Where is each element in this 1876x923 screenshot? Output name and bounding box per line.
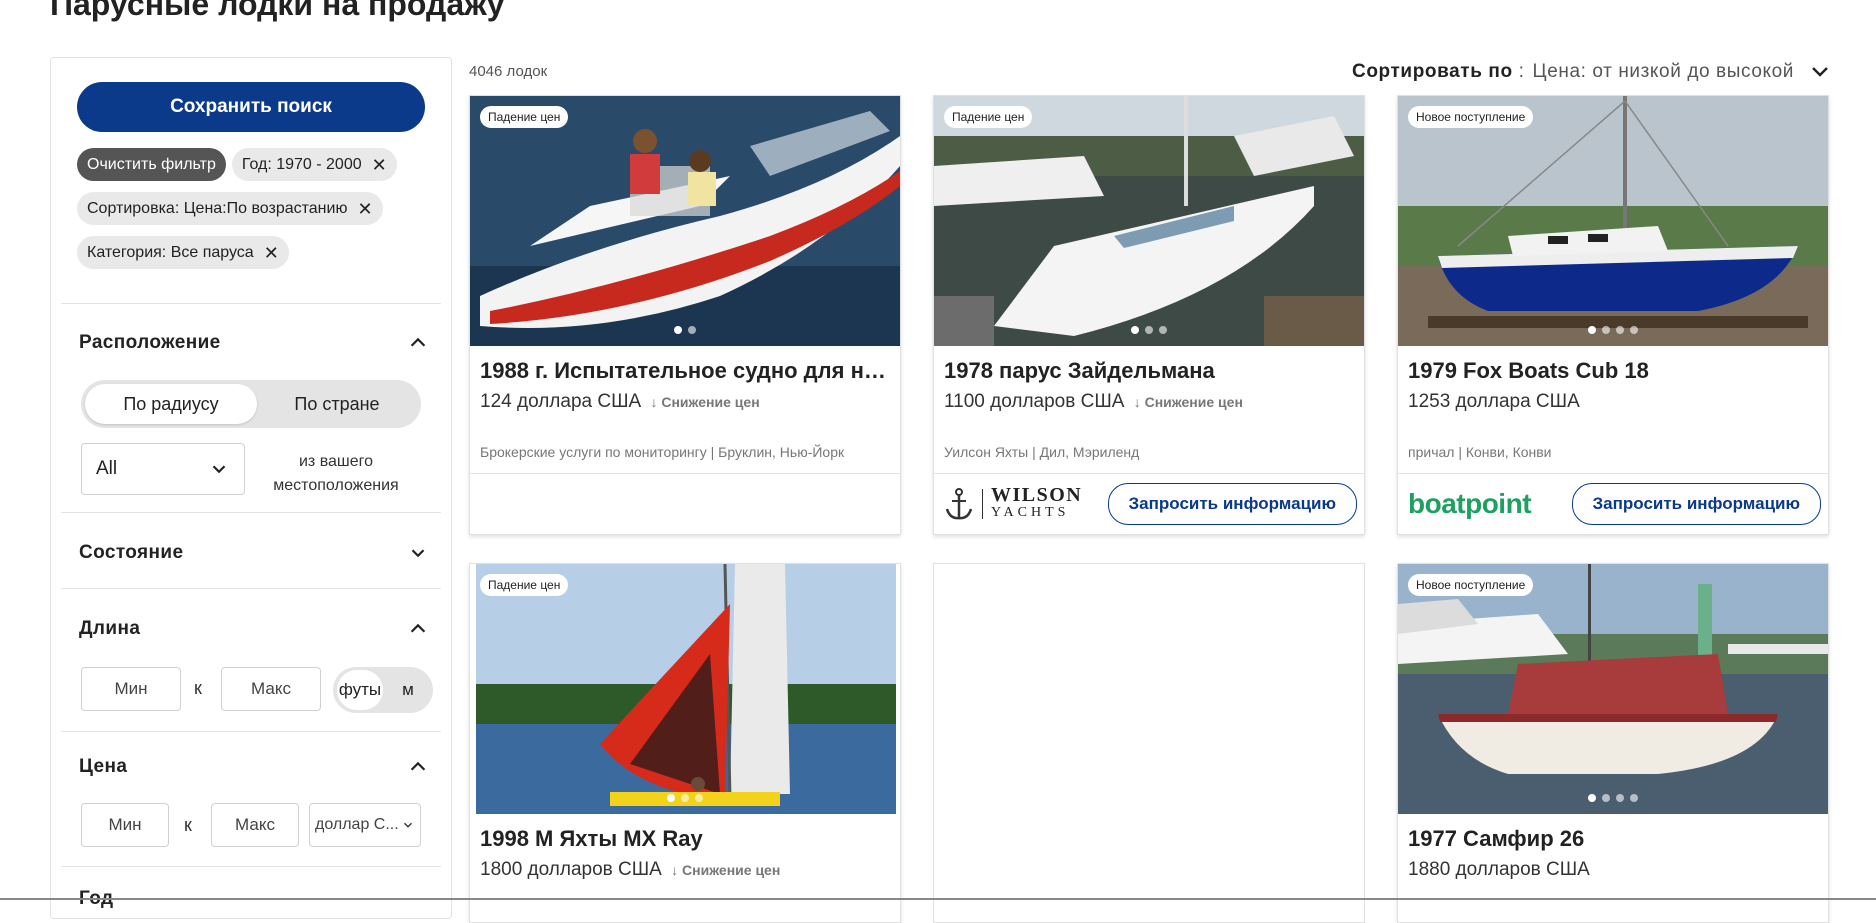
sort-dropdown[interactable]: Сортировать по : Цена: от низкой до высо…	[1352, 60, 1832, 84]
new-arrival-badge: Новое поступление	[1408, 106, 1534, 128]
close-icon[interactable]: ✕	[357, 200, 372, 218]
unit-feet-option[interactable]: футы	[337, 670, 383, 710]
active-filters: Очистить фильтр Год: 1970 - 2000 ✕ Сортиро…	[77, 148, 437, 280]
filter-chip-sort[interactable]: Сортировка: Цена:По возрастанию ✕	[77, 192, 383, 225]
sort-label: Сортировать по	[1352, 61, 1513, 82]
listing-card[interactable]: Падение цен 1988 г. Испытательное судно …	[469, 95, 901, 535]
location-mode-toggle: По радиусу По стране	[81, 380, 421, 428]
listing-card[interactable]: Падение цен 1998 M Яхты MX Ray 1800 долл…	[469, 563, 901, 923]
section-price-header[interactable]: Цена	[79, 756, 429, 778]
listing-photo[interactable]: Новое поступление	[1398, 96, 1828, 346]
results-count: 4046 лодок	[469, 63, 548, 80]
listing-price: 1800 долларов США ↓ Снижение цен	[480, 859, 781, 880]
boat-photo-marina	[1398, 564, 1828, 814]
section-location-header[interactable]: Расположение	[79, 332, 429, 354]
length-to-label: к	[194, 678, 202, 698]
listing-card[interactable]: Новое поступление 1979 Fox Boats Cub 18 …	[1397, 95, 1829, 535]
length-unit-toggle: футы м	[333, 667, 433, 713]
anchor-icon	[945, 488, 973, 520]
radius-select[interactable]: All	[81, 443, 245, 495]
listing-photo[interactable]: Падение цен	[934, 96, 1364, 346]
listing-card-placeholder	[933, 563, 1365, 923]
carousel-dots	[1398, 794, 1828, 802]
listing-seller: причал | Конви, Конви	[1408, 444, 1552, 460]
listing-seller: Брокерские услуги по мониторингу | Брукл…	[480, 444, 845, 460]
length-min-input[interactable]: Мин	[81, 667, 181, 711]
listing-card[interactable]: Падение цен 1978 парус Зайдельмана 1100 …	[933, 95, 1365, 535]
request-info-button[interactable]: Запросить информацию	[1107, 483, 1357, 525]
listing-photo[interactable]: Падение цен	[470, 96, 900, 346]
boat-photo-speedboat	[470, 96, 900, 346]
listing-price: 1100 долларов США ↓ Снижение цен	[944, 391, 1243, 412]
listing-title[interactable]: 1988 г. Испытательное судно для на...	[480, 358, 892, 384]
close-icon[interactable]: ✕	[264, 244, 279, 262]
carousel-dots	[470, 326, 900, 334]
chevron-up-icon	[410, 623, 426, 633]
carousel-dots	[934, 326, 1364, 334]
chevron-down-icon	[1812, 67, 1828, 77]
new-arrival-badge: Новое поступление	[1408, 574, 1534, 596]
filter-chip-year[interactable]: Год: 1970 - 2000 ✕	[231, 148, 397, 181]
divider	[61, 588, 441, 589]
divider	[470, 473, 900, 474]
divider	[61, 731, 441, 732]
divider	[61, 303, 441, 304]
price-to-label: к	[184, 815, 192, 835]
page-title: Парусные лодки на продажу	[50, 0, 505, 22]
boatpoint-wordmark: boatpoint	[1408, 488, 1532, 519]
price-drop-label: ↓ Снижение цен	[1133, 394, 1243, 410]
price-min-input[interactable]: Мин	[81, 803, 169, 847]
chevron-up-icon	[410, 761, 426, 771]
listing-title[interactable]: 1979 Fox Boats Cub 18	[1408, 358, 1820, 384]
option-country[interactable]: По стране	[257, 384, 417, 424]
divider	[61, 866, 441, 867]
save-search-button[interactable]: Сохранить поиск	[77, 82, 425, 132]
listing-photo[interactable]: Новое поступление	[1398, 564, 1828, 814]
listing-price: 1880 долларов США	[1408, 859, 1590, 880]
option-radius[interactable]: По радиусу	[85, 384, 257, 424]
dealer-logo[interactable]: WILSON YACHTS	[944, 484, 1082, 524]
filter-chip-category[interactable]: Категория: Все паруса ✕	[77, 236, 289, 269]
listing-price: 124 доллара США ↓ Снижение цен	[480, 391, 760, 412]
length-max-input[interactable]: Макс	[221, 667, 321, 711]
listing-seller: Уилсон Яхты | Дил, Мэриленд	[944, 444, 1140, 460]
boat-photo-windsurf	[470, 564, 900, 814]
chevron-down-icon	[411, 549, 425, 558]
divider	[61, 512, 441, 513]
currency-select[interactable]: доллар С...	[309, 803, 421, 847]
listing-title[interactable]: 1998 M Яхты MX Ray	[480, 826, 892, 852]
chevron-down-icon	[212, 465, 226, 474]
price-drop-badge: Падение цен	[944, 106, 1033, 128]
sort-value: Цена: от низкой до высокой	[1532, 61, 1794, 82]
listing-title[interactable]: 1977 Самфир 26	[1408, 826, 1820, 852]
price-max-input[interactable]: Макс	[211, 803, 299, 847]
filter-sidebar: Сохранить поиск Очистить фильтр Год: 1970…	[50, 57, 452, 919]
wilson-yachts-wordmark: WILSON YACHTS	[991, 484, 1083, 520]
divider	[1398, 473, 1828, 474]
listing-title[interactable]: 1978 парус Зайдельмана	[944, 358, 1356, 384]
boat-photo-sailboat-dock	[934, 96, 1364, 346]
price-drop-label: ↓ Снижение цен	[671, 862, 781, 878]
section-length-header[interactable]: Длина	[79, 618, 429, 640]
boat-photo-sailboat-trailer	[1398, 96, 1828, 346]
listing-photo[interactable]: Падение цен	[470, 564, 900, 814]
listing-card[interactable]: Новое поступление 1977 Самфир 26 1880 до…	[1397, 563, 1829, 923]
price-drop-badge: Падение цен	[480, 574, 569, 596]
close-icon[interactable]: ✕	[372, 156, 387, 174]
divider	[934, 473, 1364, 474]
carousel-dots	[470, 794, 900, 802]
carousel-dots	[1398, 326, 1828, 334]
price-drop-label: ↓ Снижение цен	[650, 394, 760, 410]
from-location-label: из вашего местоположения	[273, 453, 399, 494]
request-info-button[interactable]: Запросить информацию	[1571, 483, 1821, 525]
clear-filter-chip[interactable]: Очистить фильтр	[77, 148, 226, 181]
section-condition-header[interactable]: Состояние	[79, 542, 429, 564]
price-drop-badge: Падение цен	[480, 106, 569, 128]
unit-meters-option[interactable]: м	[391, 670, 425, 710]
chevron-up-icon	[410, 337, 426, 347]
dealer-logo[interactable]: boatpoint	[1408, 484, 1532, 524]
chevron-down-icon	[403, 822, 412, 828]
listing-price: 1253 доллара США	[1408, 391, 1580, 412]
